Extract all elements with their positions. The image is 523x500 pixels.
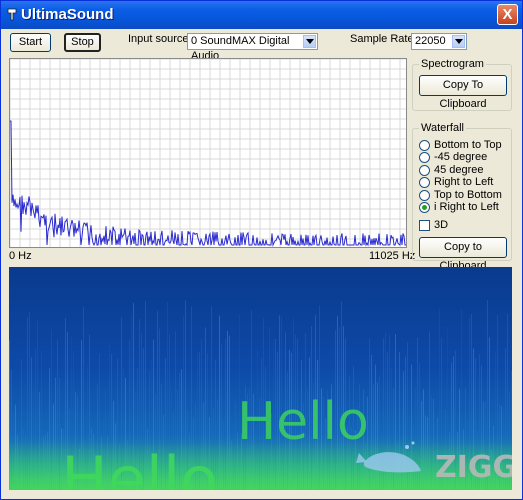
- spectrogram-copy-button[interactable]: Copy To Clipboard: [419, 75, 507, 110]
- spectrogram-view: Hello Hello ZIGG: [9, 267, 512, 490]
- watermark-text: ZIGG: [435, 450, 512, 485]
- spectrum-plot: [9, 58, 407, 248]
- radio-button[interactable]: [419, 140, 430, 151]
- three-d-label: 3D: [434, 219, 449, 231]
- input-source-label: Input source:: [128, 33, 192, 45]
- chevron-down-icon[interactable]: [303, 35, 316, 48]
- radio-button[interactable]: [419, 190, 430, 201]
- radio-label: Right to Left: [434, 176, 494, 188]
- spectrogram-group-title: Spectrogram: [419, 58, 486, 70]
- spectrum-svg: [9, 58, 406, 247]
- x-axis-max-label: 11025 Hz: [369, 250, 416, 262]
- three-d-checkbox[interactable]: [419, 220, 430, 231]
- spectrogram-text-1: Hello: [61, 443, 218, 490]
- radio-button-selected[interactable]: [419, 202, 430, 213]
- x-axis-min-label: 0 Hz: [9, 250, 32, 262]
- app-icon: [7, 8, 17, 21]
- start-button[interactable]: Start: [10, 33, 51, 52]
- radio-button[interactable]: [419, 152, 430, 163]
- radio-label: 45 degree: [434, 164, 484, 176]
- title-bar[interactable]: UltimaSound X: [1, 1, 522, 29]
- waterfall-group-title: Waterfall: [419, 122, 466, 134]
- sample-rate-select[interactable]: 22050: [411, 33, 467, 50]
- chevron-down-icon[interactable]: [452, 35, 465, 48]
- window-title: UltimaSound: [21, 6, 114, 23]
- sample-rate-value: 22050: [415, 35, 446, 47]
- radio-label: -45 degree: [434, 151, 488, 163]
- spectrum-line: [10, 120, 406, 247]
- radio-button[interactable]: [419, 177, 430, 188]
- sample-rate-label: Sample Rate:: [350, 33, 417, 45]
- close-button[interactable]: X: [497, 4, 518, 25]
- waterfall-copy-button[interactable]: Copy to Clipboard: [419, 237, 507, 272]
- spectrogram-text-2: Hello: [237, 392, 369, 452]
- stop-button[interactable]: Stop: [64, 33, 101, 52]
- spectrogram-svg: Hello Hello ZIGG: [9, 300, 512, 490]
- radio-button[interactable]: [419, 165, 430, 176]
- input-source-select[interactable]: 0 SoundMAX Digital Audio: [187, 33, 318, 62]
- radio-label: Bottom to Top: [434, 139, 502, 151]
- radio-label: Top to Bottom: [434, 189, 502, 201]
- radio-label: i Right to Left: [434, 201, 499, 213]
- app-window: UltimaSound X Start Stop Input source: 0…: [0, 0, 523, 500]
